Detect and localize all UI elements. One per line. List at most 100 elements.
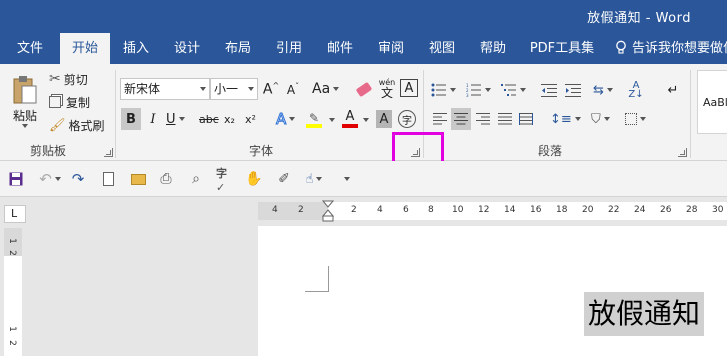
touch-mode-button[interactable]: ✋	[244, 169, 264, 189]
spelling-button[interactable]: 字✓	[216, 167, 236, 194]
shading-button[interactable]: ⛉	[591, 108, 610, 130]
justify-button[interactable]	[496, 108, 514, 130]
show-formatting-marks-button[interactable]: ↵	[666, 80, 680, 100]
line-spacing-icon: ↕≡	[550, 111, 572, 127]
ruler-left-margin	[258, 202, 328, 220]
character-border-button[interactable]: A	[400, 79, 418, 97]
new-document-icon	[102, 172, 114, 186]
tab-design[interactable]: 设计	[164, 33, 210, 64]
printer-icon: ⎙	[160, 171, 172, 187]
copy-button[interactable]: 复制	[49, 93, 90, 111]
draw-table-button[interactable]: ✐	[274, 169, 294, 189]
tab-selector[interactable]: L	[4, 205, 26, 223]
character-border-label: A	[404, 80, 414, 96]
tab-layout[interactable]: 布局	[215, 33, 261, 64]
cut-button[interactable]: ✂ 剪切	[49, 70, 88, 88]
strikethrough-button[interactable]: abc	[199, 108, 219, 130]
paragraph-launcher-icon[interactable]	[678, 148, 687, 157]
font-color-button[interactable]: A	[342, 108, 358, 130]
tab-insert[interactable]: 插入	[113, 33, 159, 64]
tab-review[interactable]: 审阅	[368, 33, 414, 64]
print-preview-zoom-button[interactable]: ⌕	[186, 169, 206, 189]
paste-dropdown-icon[interactable]	[22, 123, 28, 128]
grow-font-button[interactable]: A^	[263, 79, 279, 99]
ruler-tick: 4	[377, 205, 383, 215]
tab-view[interactable]: 视图	[419, 33, 465, 64]
tab-pdf-tools[interactable]: PDF工具集	[524, 33, 600, 64]
save-icon	[9, 172, 23, 186]
chinese-layout-icon: ⇆	[593, 82, 604, 98]
redo-button[interactable]: ↷	[68, 169, 88, 189]
new-document-button[interactable]	[98, 169, 118, 189]
tab-mailings[interactable]: 邮件	[317, 33, 363, 64]
format-painter-button[interactable]: 🖌 格式刷	[49, 116, 105, 134]
distributed-button[interactable]	[517, 108, 535, 130]
tab-home[interactable]: 开始	[60, 33, 110, 64]
multilevel-list-button[interactable]	[501, 80, 526, 100]
touch-mouse-mode-button[interactable]: ☝	[300, 169, 328, 189]
chinese-layout-button[interactable]: ⇆	[593, 80, 613, 100]
tell-me-box[interactable]: 告诉我你想要做什	[614, 33, 727, 64]
tab-help[interactable]: 帮助	[470, 33, 516, 64]
tell-me-text: 告诉我你想要做什	[632, 41, 727, 56]
scissors-icon: ✂	[49, 71, 61, 87]
align-left-button[interactable]	[431, 108, 449, 130]
bold-button[interactable]: B	[121, 108, 141, 130]
highlighter-icon: ✎	[308, 110, 320, 125]
subscript-button[interactable]: x₂	[224, 108, 235, 130]
indent-marker-icon[interactable]	[321, 200, 335, 222]
change-case-label: Aa	[312, 81, 331, 97]
shrink-font-button[interactable]: Aˇ	[285, 79, 301, 99]
align-right-button[interactable]	[474, 108, 492, 130]
chevron-down-icon[interactable]	[363, 118, 369, 122]
font-size-dropdown[interactable]: 小一	[210, 78, 258, 100]
line-spacing-button[interactable]: ↕≡	[550, 108, 581, 130]
font-name-dropdown[interactable]: 新宋体	[120, 78, 210, 100]
document-heading[interactable]: 放假通知	[584, 292, 705, 336]
superscript-button[interactable]: x²	[245, 108, 256, 130]
styles-gallery[interactable]: AaBl	[697, 70, 727, 134]
ruler-tick: 14	[504, 205, 516, 215]
clipboard-icon	[13, 75, 37, 103]
print-preview-button[interactable]: ⎙	[156, 169, 176, 189]
text-effects-button[interactable]: A	[275, 108, 296, 130]
align-left-icon	[433, 113, 447, 125]
shrink-font-icon: Aˇ	[286, 81, 300, 97]
vertical-ruler[interactable]: 1 2 1 2	[4, 228, 22, 356]
horizontal-ruler[interactable]: 4 2 2 4 6 8 10 12 14 16 18 20 22 24 26 2…	[258, 200, 727, 222]
bullet-list-icon	[431, 83, 446, 97]
bullets-button[interactable]	[431, 80, 456, 100]
numbering-button[interactable]: 123	[466, 80, 491, 100]
borders-button[interactable]	[625, 108, 646, 130]
cut-label: 剪切	[63, 72, 88, 87]
italic-button[interactable]: I	[145, 108, 161, 130]
highlight-color-button[interactable]: ✎	[306, 108, 322, 130]
clipboard-launcher-icon[interactable]	[104, 148, 113, 157]
svg-text:3: 3	[466, 93, 469, 97]
tab-references[interactable]: 引用	[266, 33, 312, 64]
undo-button[interactable]: ↶	[36, 169, 64, 189]
enclose-characters-button[interactable]: 字	[398, 110, 416, 128]
touch-icon: ☝	[305, 171, 314, 187]
tab-file[interactable]: 文件	[0, 33, 60, 64]
chevron-down-icon[interactable]	[329, 118, 335, 122]
phonetic-guide-button[interactable]: wén 文	[377, 76, 397, 100]
chevron-down-icon	[316, 177, 323, 181]
save-button[interactable]	[6, 169, 26, 189]
ruler-tick: 22	[608, 205, 620, 215]
ruler-tick: 24	[634, 205, 646, 215]
sort-button[interactable]: A Z↓	[626, 80, 646, 100]
decrease-indent-button[interactable]	[540, 80, 558, 100]
character-shading-button[interactable]: A	[376, 110, 392, 128]
clear-formatting-button[interactable]	[355, 79, 373, 99]
ruler-tick: 2	[6, 340, 17, 346]
paste-button[interactable]: 粘贴	[8, 70, 42, 132]
text-effects-icon: A	[275, 110, 287, 129]
change-case-button[interactable]: Aa	[312, 79, 340, 99]
increase-indent-button[interactable]	[564, 80, 582, 100]
customize-qat-button[interactable]	[338, 169, 352, 189]
ruler-tick: 6	[403, 205, 409, 215]
align-center-button[interactable]	[451, 108, 471, 130]
open-button[interactable]	[128, 169, 148, 189]
underline-button[interactable]: U	[166, 108, 185, 130]
